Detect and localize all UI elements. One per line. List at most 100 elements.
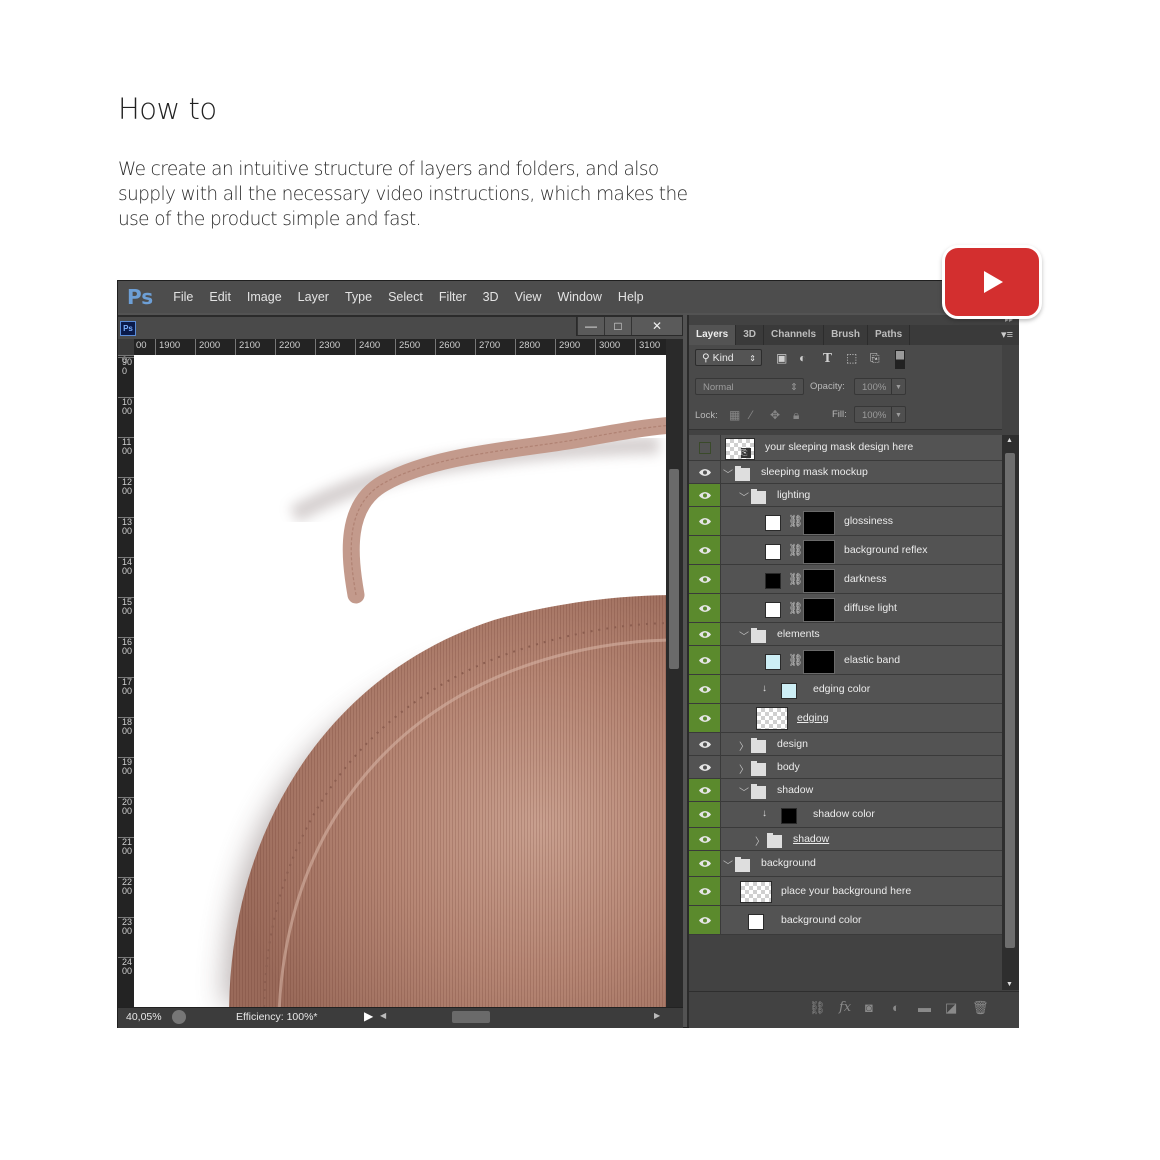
link-icon[interactable]: ⛓ [788,653,803,667]
layer-row[interactable]: ↓ shadow color [689,802,1002,828]
layer-row[interactable]: ↓ edging color [689,675,1002,704]
link-icon[interactable]: ⛓ [788,572,803,586]
layer-row[interactable]: 〉 shadow [689,828,1002,851]
layer-row[interactable]: ﹀ sleeping mask mockup [689,461,1002,484]
menu-window[interactable]: Window [557,290,601,304]
visibility-toggle[interactable] [689,802,721,827]
menu-select[interactable]: Select [388,290,423,304]
scroll-left-icon[interactable]: ◀ [380,1011,386,1020]
layer-row[interactable]: ⛓ glossiness [689,507,1002,536]
visibility-toggle[interactable] [689,623,721,645]
horizontal-scroll-thumb[interactable] [452,1011,490,1023]
status-menu-icon[interactable] [172,1010,186,1024]
visibility-toggle[interactable] [689,704,721,732]
scroll-thumb[interactable] [669,469,679,669]
tab-3d[interactable]: 3D [736,325,765,345]
visibility-toggle[interactable] [689,877,721,905]
visibility-toggle[interactable] [689,906,721,934]
layer-row[interactable]: ⛓ background reflex [689,536,1002,565]
layer-row[interactable]: ⛓ darkness [689,565,1002,594]
visibility-toggle[interactable] [689,675,721,703]
tab-channels[interactable]: Channels [764,325,825,345]
scroll-down-icon[interactable]: ▼ [1006,981,1013,988]
scroll-right-icon[interactable]: ▶ [654,1011,660,1020]
canvas-vertical-scrollbar[interactable] [666,339,683,1007]
shape-filter-icon[interactable]: ⬚ [846,351,857,365]
visibility-toggle[interactable] [689,536,721,564]
layer-row[interactable]: ﹀ elements [689,623,1002,646]
panel-menu-icon[interactable]: ▾≡ [1001,325,1013,345]
close-button[interactable]: ✕ [631,317,682,335]
new-layer-icon[interactable]: ◪ [945,1000,957,1016]
adjustment-layer-icon[interactable]: ◐ [892,1000,900,1015]
visibility-toggle[interactable] [689,484,721,506]
chevron-down-icon[interactable]: ﹀ [723,466,733,481]
opacity-input[interactable]: 100% ▼ [854,378,906,395]
layer-row[interactable]: ﹀ lighting [689,484,1002,507]
visibility-toggle[interactable] [689,756,721,778]
tab-layers[interactable]: Layers [689,325,737,345]
menu-type[interactable]: Type [345,290,372,304]
filter-kind-select[interactable]: ⚲ Kind ⇕ [695,349,762,366]
fill-input[interactable]: 100% ▼ [854,406,906,423]
minimize-button[interactable]: — [577,317,604,335]
restore-button[interactable]: □ [604,317,631,335]
chevron-down-icon[interactable]: ﹀ [739,628,749,643]
menu-layer[interactable]: Layer [298,290,329,304]
adjustment-filter-icon[interactable]: ◐ [799,351,806,365]
visibility-toggle[interactable] [689,507,721,535]
chevron-right-icon[interactable]: 〉 [755,833,765,848]
link-icon[interactable]: ⛓ [788,543,803,557]
filter-toggle[interactable] [895,350,905,369]
layers-scroll-thumb[interactable] [1005,453,1015,948]
menu-image[interactable]: Image [247,290,282,304]
smart-object-filter-icon[interactable]: ⎘ [870,351,880,366]
menu-edit[interactable]: Edit [209,290,231,304]
scroll-up-icon[interactable]: ▲ [1006,437,1013,444]
chevron-down-icon[interactable]: ﹀ [723,857,733,872]
status-arrow-icon[interactable]: ▶ [364,1009,373,1023]
blend-mode-select[interactable]: Normal ⇕ [695,378,804,395]
layer-row[interactable]: 〉 design [689,733,1002,756]
layer-row[interactable]: ﹀ shadow [689,779,1002,802]
layer-row[interactable]: background color [689,906,1002,935]
layers-scrollbar[interactable]: ▲ ▼ [1002,435,1019,990]
chevron-right-icon[interactable]: 〉 [739,738,749,753]
layer-style-icon[interactable]: fx [839,1000,851,1015]
visibility-toggle[interactable] [689,461,721,483]
visibility-toggle[interactable] [689,733,721,755]
delete-layer-icon[interactable]: 🗑︎ [972,1000,989,1016]
tab-brush[interactable]: Brush [824,325,868,345]
visibility-toggle[interactable] [689,851,721,876]
ruler-origin[interactable] [118,339,134,355]
visibility-toggle[interactable] [689,646,721,674]
menu-view[interactable]: View [515,290,542,304]
link-icon[interactable]: ⛓ [788,514,803,528]
add-mask-icon[interactable]: ◙ [865,1000,873,1015]
pixel-filter-icon[interactable]: ▣ [776,351,787,365]
menu-file[interactable]: File [173,290,193,304]
youtube-button[interactable] [942,245,1042,319]
visibility-toggle[interactable] [689,828,721,850]
layer-row[interactable]: ⎘ your sleeping mask design here [689,435,1002,461]
chevron-down-icon[interactable]: ﹀ [739,489,749,504]
lock-transparent-icon[interactable]: ▦ [729,408,740,422]
visibility-toggle[interactable] [689,779,721,801]
document-canvas[interactable] [134,355,666,1007]
menu-help[interactable]: Help [618,290,644,304]
type-filter-icon[interactable]: T [823,351,832,365]
link-icon[interactable]: ⛓ [788,601,803,615]
link-layers-icon[interactable]: ⛓ [809,1000,826,1016]
layer-row[interactable]: ⛓ elastic band [689,646,1002,675]
layer-row[interactable]: ⛓ diffuse light [689,594,1002,623]
lock-position-icon[interactable]: ✥ [770,408,780,422]
zoom-level[interactable]: 40,05% [126,1011,162,1023]
chevron-right-icon[interactable]: 〉 [739,761,749,776]
new-group-icon[interactable]: ▬ [918,1000,931,1015]
visibility-toggle[interactable] [689,594,721,622]
lock-all-icon[interactable]: 🔒︎ [793,408,799,423]
layer-row[interactable]: ﹀ background [689,851,1002,877]
lock-paint-icon[interactable]: ⁄ [750,408,752,422]
menu-3d[interactable]: 3D [483,290,499,304]
visibility-toggle[interactable] [689,565,721,593]
